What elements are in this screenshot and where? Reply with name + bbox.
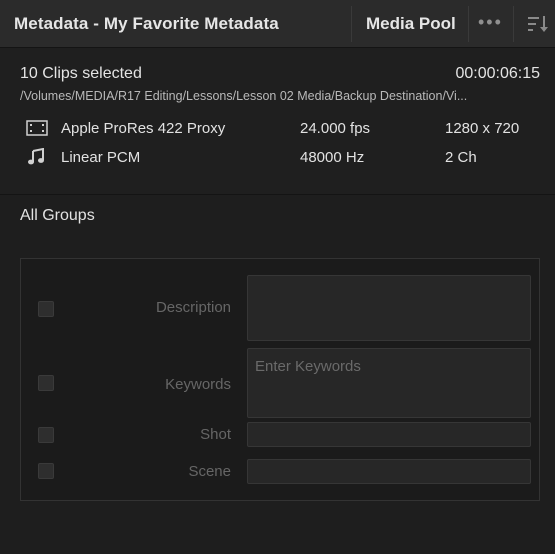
film-strip-icon (26, 119, 48, 141)
header-divider (468, 6, 469, 42)
panel-header: Metadata - My Favorite Metadata Media Po… (0, 0, 555, 48)
scene-field[interactable] (247, 459, 531, 484)
shot-label: Shot (200, 426, 231, 443)
header-divider (513, 6, 514, 42)
audio-sample-rate: 48000 Hz (300, 149, 365, 166)
panel-title: Metadata - My Favorite Metadata (14, 14, 279, 33)
clip-file-path: /Volumes/MEDIA/R17 Editing/Lessons/Lesso… (20, 89, 468, 103)
description-label: Description (155, 299, 231, 316)
music-note-icon (26, 147, 48, 170)
shot-field[interactable] (247, 422, 531, 447)
clip-info-section: 10 Clips selected 00:00:06:15 /Volumes/M… (0, 48, 555, 194)
video-resolution: 1280 x 720 (445, 120, 520, 137)
keywords-placeholder: Enter Keywords (255, 358, 361, 375)
video-codec: Apple ProRes 422 Proxy (61, 120, 226, 137)
clip-duration: 00:00:06:15 (455, 65, 540, 82)
media-pool-button[interactable]: Media Pool (366, 14, 456, 34)
clips-selected-count: 10 Clips selected (20, 65, 142, 82)
video-fps: 24.000 fps (300, 120, 371, 137)
keywords-field[interactable]: Enter Keywords (247, 348, 531, 418)
audio-info-row: Linear PCM 48000 Hz 2 Ch (0, 146, 555, 170)
sort-descending-icon[interactable] (527, 14, 549, 39)
section-divider (0, 194, 555, 195)
metadata-fields-panel: Description Keywords Enter Keywords Shot… (20, 258, 540, 501)
audio-channels: 2 Ch (445, 149, 477, 166)
description-field[interactable] (247, 275, 531, 341)
video-info-row: Apple ProRes 422 Proxy 24.000 fps 1280 x… (0, 117, 555, 141)
groups-selector[interactable]: All Groups (20, 207, 95, 225)
audio-codec: Linear PCM (61, 149, 141, 166)
scene-label: Scene (188, 463, 231, 480)
keywords-label: Keywords (165, 376, 231, 393)
header-divider (351, 6, 352, 42)
more-options-icon[interactable]: ••• (478, 12, 503, 33)
